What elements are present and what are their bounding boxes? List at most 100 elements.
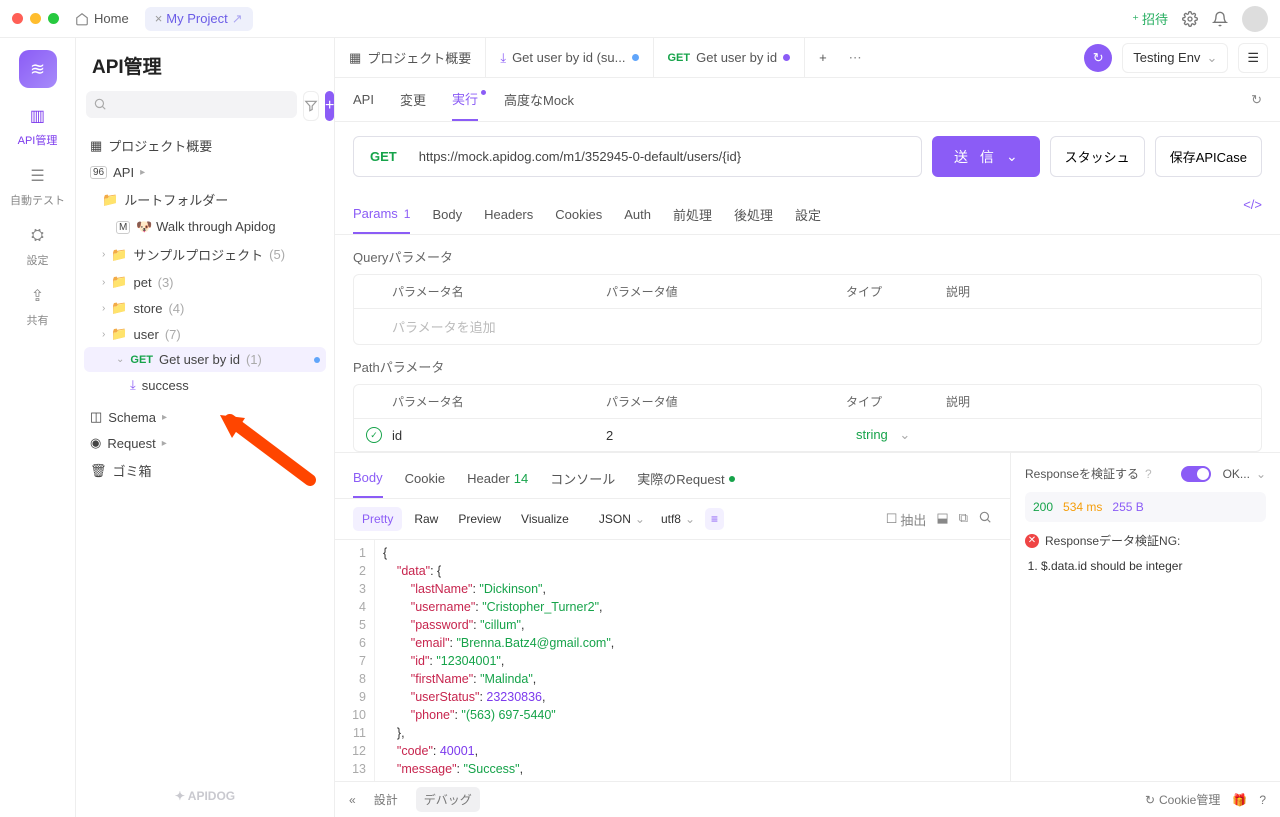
tree-label: Schema	[108, 410, 156, 425]
resp-tab-body[interactable]: Body	[353, 463, 383, 498]
param-tab-post[interactable]: 後処理	[734, 197, 773, 234]
help-icon[interactable]: ?	[1145, 467, 1152, 481]
gift-icon[interactable]: 🎁	[1232, 793, 1247, 807]
tree-sample-project[interactable]: › 📁 サンプルプロジェクト (5)	[84, 240, 326, 269]
check-icon[interactable]: ✓	[366, 427, 382, 443]
view-visualize[interactable]: Visualize	[513, 508, 577, 530]
resp-tab-console[interactable]: コンソール	[550, 463, 615, 498]
tree-label: ゴミ箱	[113, 461, 152, 480]
help-icon[interactable]: ?	[1259, 793, 1266, 807]
window-controls[interactable]	[12, 13, 59, 24]
tab-get-user-2[interactable]: GET Get user by id	[654, 38, 806, 77]
resp-tab-cookie[interactable]: Cookie	[405, 463, 445, 498]
project-tab[interactable]: × My Project ↗	[145, 7, 253, 31]
tab-modified-dot	[632, 54, 639, 61]
url-input[interactable]: https://mock.apidog.com/m1/352945-0-defa…	[413, 139, 921, 174]
tree-trash[interactable]: 🗑 ゴミ箱	[84, 456, 326, 485]
stash-button[interactable]: スタッシュ	[1050, 136, 1145, 177]
resp-tab-header[interactable]: Header 14	[467, 463, 528, 498]
param-type-select[interactable]: string ⌄	[856, 427, 956, 443]
tab-modified-dot	[783, 54, 790, 61]
search-icon[interactable]	[978, 510, 992, 529]
subtab-run[interactable]: 実行	[452, 78, 478, 121]
save-case-button[interactable]: 保存APICase	[1155, 136, 1262, 177]
validation-toggle[interactable]	[1181, 466, 1211, 482]
chevron-down-icon: ⌄	[1006, 148, 1018, 165]
home-link[interactable]: Home	[75, 11, 129, 26]
col-header: タイプ	[846, 393, 946, 410]
param-value[interactable]: 2	[606, 428, 856, 443]
close-window[interactable]	[12, 13, 23, 24]
tree-api-root[interactable]: 96 API ▸	[84, 160, 326, 185]
resp-tab-actual[interactable]: 実際のRequest	[637, 463, 734, 498]
tree-user[interactable]: › 📁 user (7)	[84, 321, 326, 347]
param-tab-cookies[interactable]: Cookies	[555, 197, 602, 234]
copy-icon[interactable]: ⧉	[959, 510, 968, 529]
cookie-mgmt-button[interactable]: ↻ Cookie管理	[1145, 791, 1220, 808]
maximize-window[interactable]	[48, 13, 59, 24]
rail-settings[interactable]: ⛭ 設定	[26, 224, 50, 268]
subtab-change[interactable]: 変更	[400, 79, 426, 120]
param-tab-headers[interactable]: Headers	[484, 197, 533, 234]
param-name[interactable]: id	[392, 428, 606, 443]
response-body[interactable]: 12345678910111213 { "data": { "lastName"…	[335, 540, 1010, 781]
avatar[interactable]	[1242, 6, 1268, 32]
gear-icon[interactable]	[1182, 11, 1198, 27]
close-icon[interactable]: ×	[155, 11, 163, 26]
param-tab-body[interactable]: Body	[432, 197, 462, 234]
query-section-title: Queryパラメータ	[335, 235, 1280, 274]
add-button[interactable]: +	[325, 91, 334, 121]
tree-get-user-by-id[interactable]: ⌄ GET Get user by id (1)	[84, 347, 326, 372]
tree-project-overview[interactable]: ▦ プロジェクト概要	[84, 131, 326, 160]
tab-get-user-1[interactable]: ⤓ Get user by id (su...	[486, 38, 653, 77]
send-button[interactable]: 送 信 ⌄	[932, 136, 1040, 177]
tab-overview[interactable]: ▦ プロジェクト概要	[335, 38, 486, 77]
param-tab-params[interactable]: Params 1	[353, 197, 410, 234]
extract-button[interactable]: ☐抽出	[886, 510, 927, 529]
chevron-down-icon: ⌄	[1206, 50, 1217, 66]
bell-icon[interactable]	[1212, 11, 1228, 27]
path-param-row[interactable]: ✓ id 2 string ⌄	[354, 419, 1261, 451]
method-select[interactable]: GET	[354, 149, 413, 164]
status-dot	[729, 476, 735, 482]
tree-store[interactable]: › 📁 store (4)	[84, 295, 326, 321]
subtab-api[interactable]: API	[353, 81, 374, 118]
wrap-toggle[interactable]: ≡	[705, 508, 724, 530]
validation-ok[interactable]: OK...	[1223, 467, 1250, 481]
view-raw[interactable]: Raw	[406, 508, 446, 530]
tab-overflow-menu[interactable]: ⋯	[841, 50, 870, 66]
footer-design[interactable]: 設計	[366, 787, 406, 812]
tree-pet[interactable]: › 📁 pet (3)	[84, 269, 326, 295]
new-tab-button[interactable]: +	[805, 38, 841, 77]
environment-select[interactable]: Testing Env ⌄	[1122, 43, 1228, 73]
tree-root-folder[interactable]: 📁 ルートフォルダー	[84, 185, 326, 214]
sync-icon[interactable]: ↻	[1084, 44, 1112, 72]
save-icon[interactable]: ⬓	[936, 510, 948, 529]
collapse-icon[interactable]: «	[349, 793, 356, 807]
minimize-window[interactable]	[30, 13, 41, 24]
tree-success-case[interactable]: ⤓ success	[84, 372, 326, 398]
rail-auto-test[interactable]: ☰ 自動テスト	[10, 164, 65, 208]
history-icon[interactable]: ↻	[1251, 92, 1262, 108]
menu-icon[interactable]: ☰	[1238, 43, 1268, 73]
subtab-mock[interactable]: 高度なMock	[504, 79, 574, 120]
tree-schema[interactable]: ◫ Schema ▸	[84, 404, 326, 430]
rail-api-mgmt[interactable]: ▥ API管理	[18, 104, 58, 148]
param-tab-settings[interactable]: 設定	[795, 197, 821, 234]
chevron-right-icon: ▸	[140, 167, 145, 178]
view-preview[interactable]: Preview	[450, 508, 509, 530]
encoding-select[interactable]: utf8⌄	[655, 508, 701, 530]
tree-walk-apidog[interactable]: M 🐶 Walk through Apidog	[84, 214, 326, 240]
filter-button[interactable]	[303, 91, 319, 121]
rail-share[interactable]: ⇪ 共有	[26, 284, 50, 328]
param-tab-auth[interactable]: Auth	[624, 197, 651, 234]
code-icon[interactable]: </>	[1243, 197, 1262, 234]
view-pretty[interactable]: Pretty	[353, 507, 402, 531]
invite-button[interactable]: ⁺招待	[1132, 9, 1168, 28]
format-select[interactable]: JSON⌄	[593, 508, 651, 530]
add-param-placeholder[interactable]: パラメータを追加	[366, 317, 606, 336]
param-tab-pre[interactable]: 前処理	[673, 197, 712, 234]
search-input[interactable]	[86, 91, 297, 118]
tree-request[interactable]: ◉ Request ▸	[84, 430, 326, 456]
footer-debug[interactable]: デバッグ	[416, 787, 480, 812]
